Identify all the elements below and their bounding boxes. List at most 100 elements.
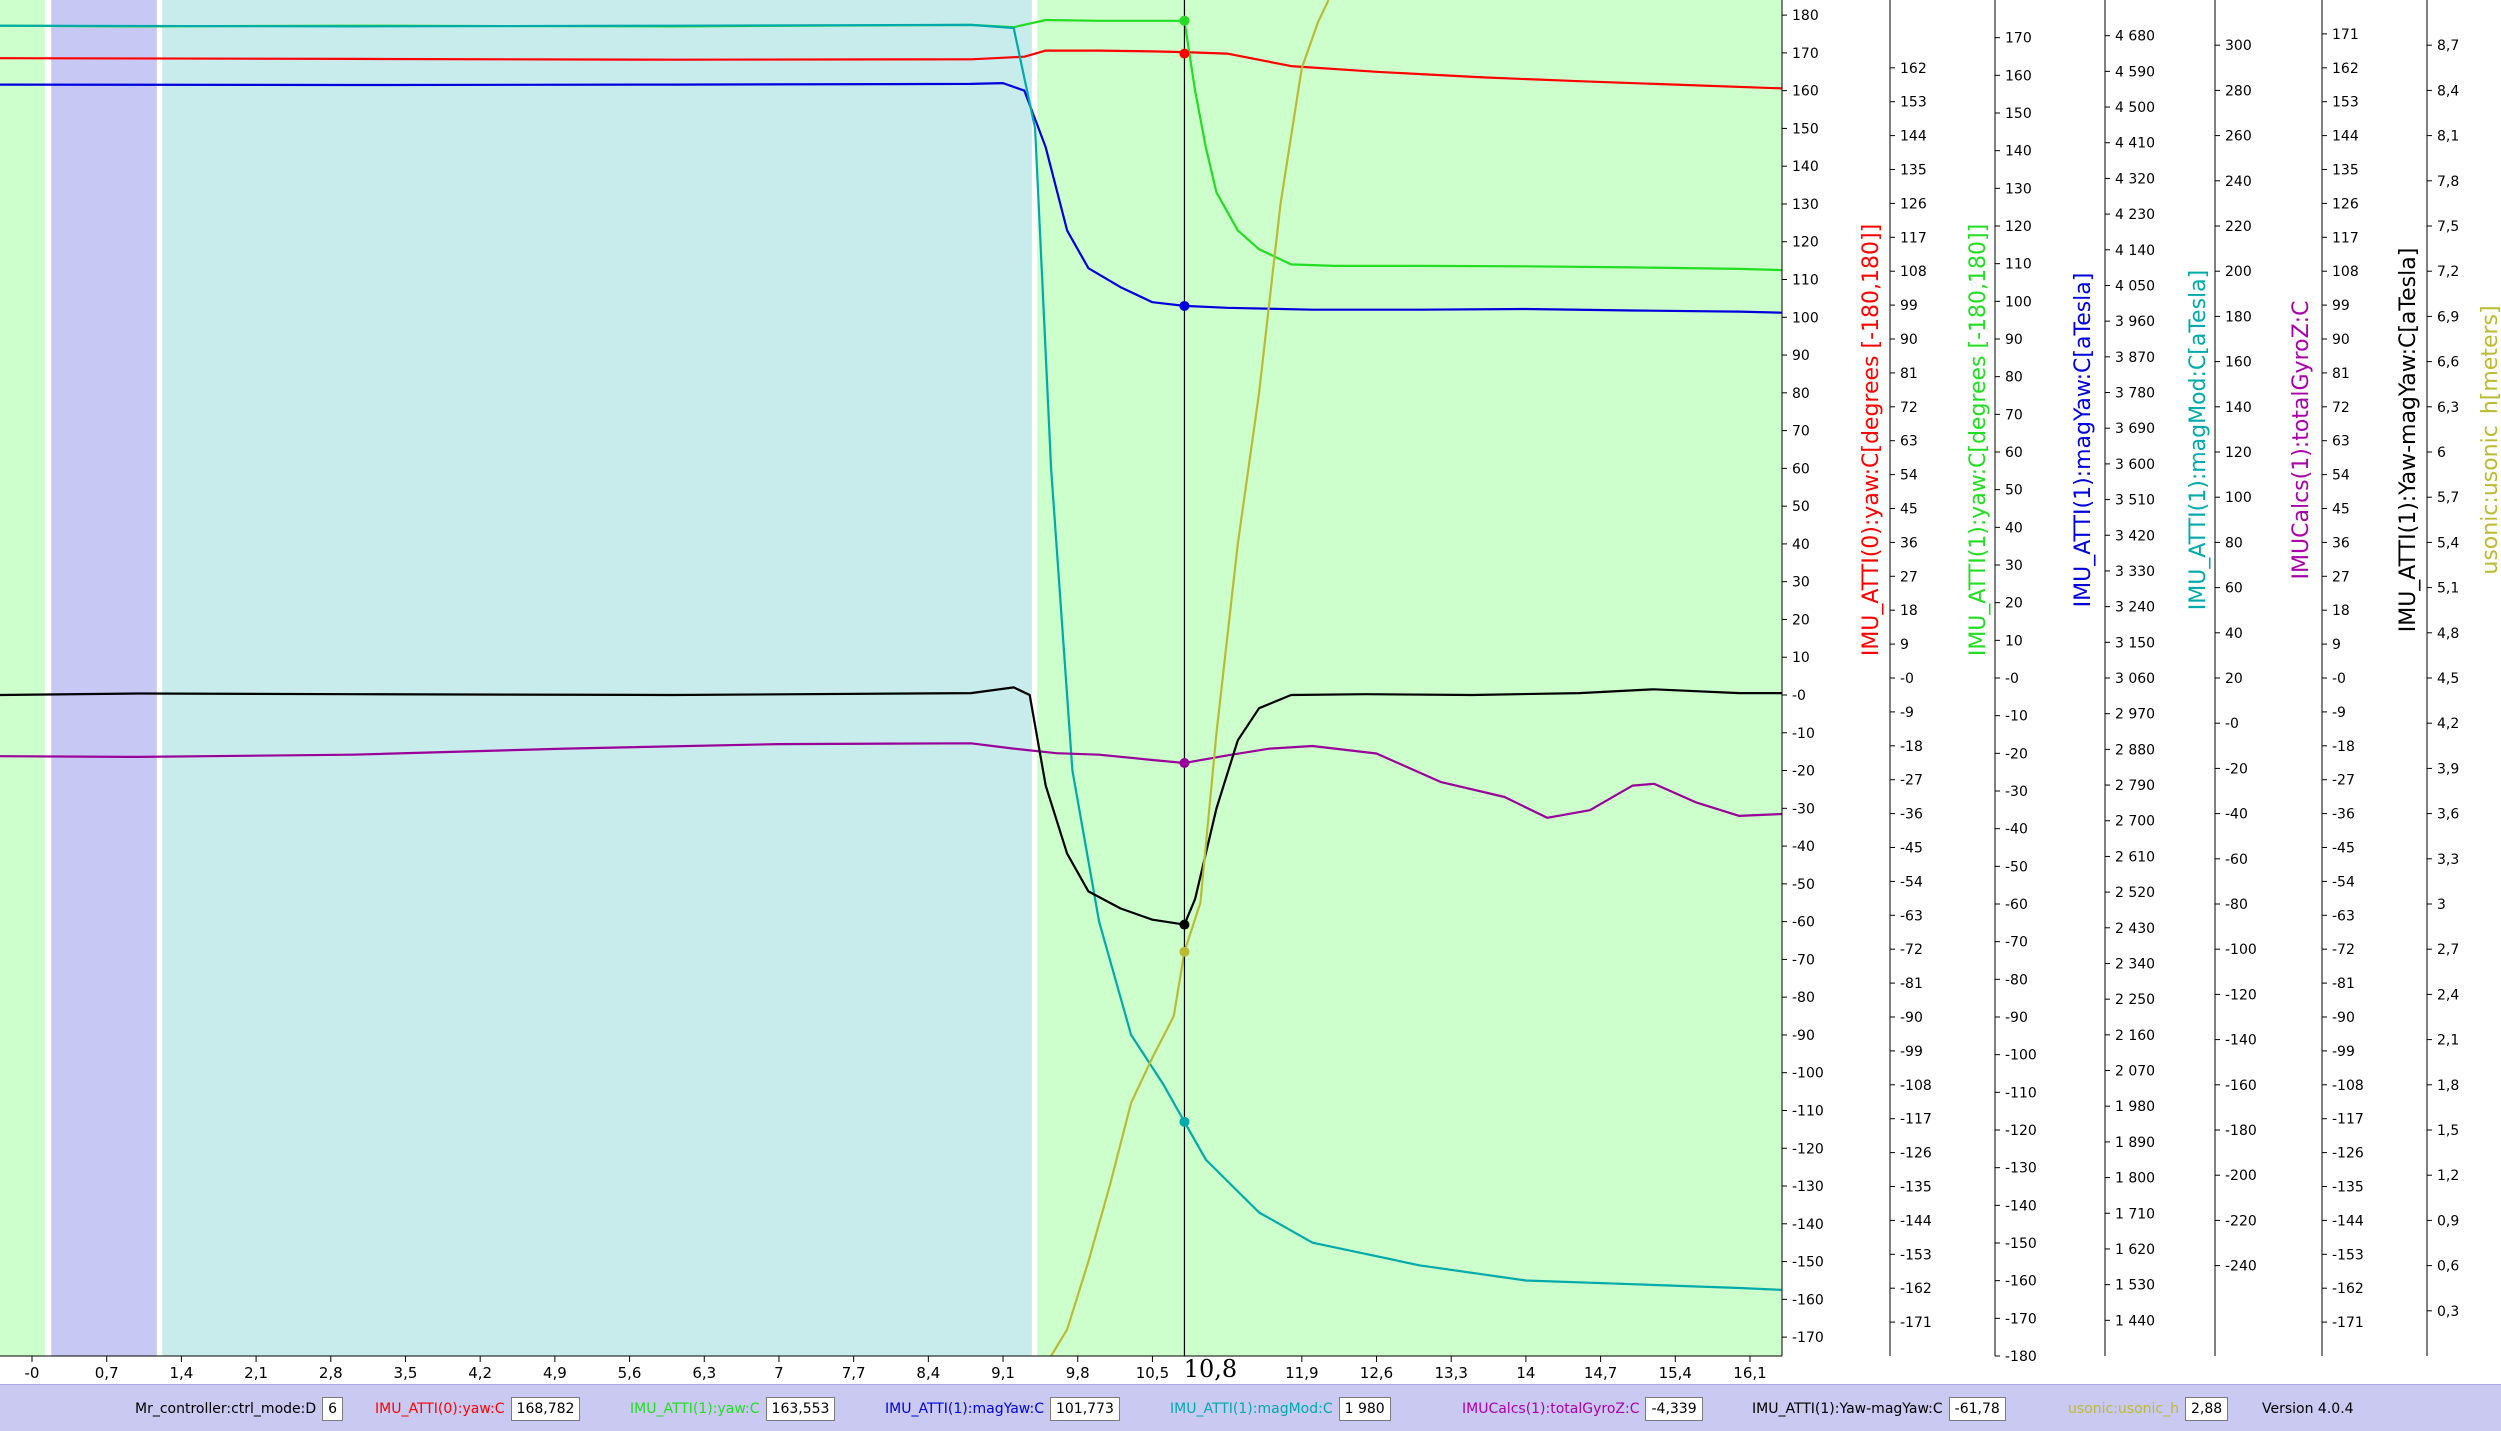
y-tick-label: 80 <box>2225 535 2243 551</box>
y-tick-label: 5,4 <box>2437 535 2459 551</box>
cursor-point-6 <box>1179 946 1190 957</box>
y-tick-label: 2 070 <box>2115 1064 2155 1080</box>
y-tick-label: -45 <box>2332 841 2355 857</box>
y-tick-label: 3 240 <box>2115 600 2155 616</box>
y-tick-label: -120 <box>2225 987 2257 1003</box>
y-axis-title-ax2: IMU_ATTI(0):yaw:C[degrees [-180,180]] <box>1859 224 1884 656</box>
status-item: Mr_controller:ctrl_mode:D 6 <box>135 1396 344 1422</box>
x-tick-label: 8,4 <box>916 1364 940 1382</box>
y-tick-label: 2 610 <box>2115 849 2155 865</box>
y-tick-label: -90 <box>1900 1010 1923 1026</box>
y-tick-label: 7,2 <box>2437 264 2459 280</box>
y-tick-label: -60 <box>1792 915 1815 931</box>
x-tick-label: 15,4 <box>1659 1364 1692 1382</box>
y-tick-label: -63 <box>1900 908 1923 924</box>
y-tick-label: 162 <box>1900 61 1927 77</box>
x-tick-label: 9,1 <box>991 1364 1015 1382</box>
y-tick-label: 2 970 <box>2115 707 2155 723</box>
y-tick-label: -180 <box>2225 1123 2257 1139</box>
y-axis-title-ax4: IMU_ATTI(1):magYaw:C[aTesla] <box>2071 273 2096 608</box>
x-tick-label: 13,3 <box>1435 1364 1468 1382</box>
y-tick-label: -120 <box>1792 1141 1824 1157</box>
x-tick-label: 5,6 <box>618 1364 642 1382</box>
status-item-label: usonic:usonic_h <box>2068 1401 2179 1417</box>
y-tick-label: -153 <box>1900 1247 1932 1263</box>
y-tick-label: 160 <box>1792 84 1819 100</box>
y-tick-label: 60 <box>2225 581 2243 597</box>
y-tick-label: -200 <box>2225 1168 2257 1184</box>
y-tick-label: 171 <box>2332 27 2359 43</box>
status-item: IMU_ATTI(1):magMod:C 1 980 <box>1170 1396 1391 1422</box>
status-item: usonic:usonic_h 2,88 <box>2068 1396 2229 1422</box>
y-tick-label: 4 230 <box>2115 207 2155 223</box>
y-tick-label: -9 <box>2332 705 2346 721</box>
y-tick-label: 70 <box>2005 407 2023 423</box>
x-tick-label: 11,9 <box>1285 1364 1318 1382</box>
x-tick-label: 0,7 <box>95 1364 119 1382</box>
y-axis-title-ax8: usonic:usonic_h[meters] <box>2478 305 2501 574</box>
y-axis-title-ax5: IMU_ATTI(1):magMod:C[aTesla] <box>2186 270 2211 610</box>
mode-band <box>51 0 157 1356</box>
y-tick-label: 110 <box>2005 257 2032 273</box>
status-item-label: IMU_ATTI(0):yaw:C <box>375 1401 505 1417</box>
y-tick-label: 3 600 <box>2115 457 2155 473</box>
x-tick-label: -0 <box>25 1364 40 1382</box>
y-tick-label: -10 <box>2005 709 2028 725</box>
status-item: IMU_ATTI(1):magYaw:C 101,773 <box>885 1396 1120 1422</box>
y-tick-label: 4 680 <box>2115 29 2155 45</box>
y-tick-label: -220 <box>2225 1213 2257 1229</box>
y-tick-label: 4,2 <box>2437 716 2459 732</box>
y-tick-label: -60 <box>2225 852 2248 868</box>
y-tick-label: 2,4 <box>2437 987 2459 1003</box>
y-tick-label: 45 <box>1900 502 1918 518</box>
status-item-label: IMU_ATTI(1):magYaw:C <box>885 1401 1044 1417</box>
y-tick-label: -110 <box>1792 1103 1824 1119</box>
x-tick-label: 7 <box>774 1364 784 1382</box>
y-tick-label: 1 890 <box>2115 1135 2155 1151</box>
y-tick-label: -18 <box>1900 739 1923 755</box>
y-tick-label: 50 <box>1792 499 1810 515</box>
y-tick-label: 1 980 <box>2115 1099 2155 1115</box>
y-tick-label: -0 <box>1900 671 1914 687</box>
y-tick-label: -10 <box>1792 726 1815 742</box>
y-tick-label: 130 <box>2005 181 2032 197</box>
y-tick-label: -130 <box>1792 1179 1824 1195</box>
x-tick-label: 1,4 <box>169 1364 193 1382</box>
y-tick-label: -0 <box>2225 716 2239 732</box>
y-tick-label: 72 <box>2332 400 2350 416</box>
y-tick-label: 40 <box>1792 537 1810 553</box>
y-tick-label: 3 150 <box>2115 635 2155 651</box>
y-tick-label: -60 <box>2005 897 2028 913</box>
y-tick-label: 110 <box>1792 273 1819 289</box>
y-tick-label: 140 <box>2005 144 2032 160</box>
y-tick-label: 117 <box>2332 230 2359 246</box>
y-tick-label: 8,4 <box>2437 83 2459 99</box>
y-tick-label: 3 510 <box>2115 493 2155 509</box>
status-item-label: IMU_ATTI(1):yaw:C <box>630 1401 760 1417</box>
y-tick-label: 18 <box>1900 603 1918 619</box>
y-tick-label: -240 <box>2225 1259 2257 1275</box>
y-tick-label: 2 160 <box>2115 1028 2155 1044</box>
y-tick-label: -20 <box>2005 746 2028 762</box>
y-tick-label: -30 <box>2005 784 2028 800</box>
y-tick-label: 54 <box>2332 468 2350 484</box>
x-axis: -0 0,7 1,4 2,1 2,8 3,5 4,2 4,9 5,6 6,3 7 7,7 8,4 9,1 9… <box>0 1355 1782 1383</box>
y-tick-label: 90 <box>2332 332 2350 348</box>
y-tick-label: 1 440 <box>2115 1313 2155 1329</box>
y-tick-label: -54 <box>1900 874 1923 890</box>
y-tick-label: 6,6 <box>2437 355 2459 371</box>
y-tick-label: 8,7 <box>2437 38 2459 54</box>
y-axes: 180 170 160 150 140 130 120 110 100 90 80 70 60 50 40 3… <box>1781 0 2501 1365</box>
y-tick-label: 135 <box>1900 163 1927 179</box>
mode-bands <box>0 0 1782 1356</box>
cursor-label: 10,8 <box>1184 1355 1237 1383</box>
y-tick-label: 2 520 <box>2115 885 2155 901</box>
y-tick-label: 3 960 <box>2115 314 2155 330</box>
y-tick-label: 30 <box>2005 558 2023 574</box>
y-tick-label: 63 <box>1900 434 1918 450</box>
y-tick-label: 2 880 <box>2115 742 2155 758</box>
chart[interactable]: -0 0,7 1,4 2,1 2,8 3,5 4,2 4,9 5,6 6,3 7 7,7 8,4 9,1 9… <box>0 0 2501 1384</box>
y-tick-label: 4 050 <box>2115 278 2155 294</box>
y-tick-label: 5,7 <box>2437 490 2459 506</box>
status-item-value: 2,88 <box>2184 1397 2229 1421</box>
